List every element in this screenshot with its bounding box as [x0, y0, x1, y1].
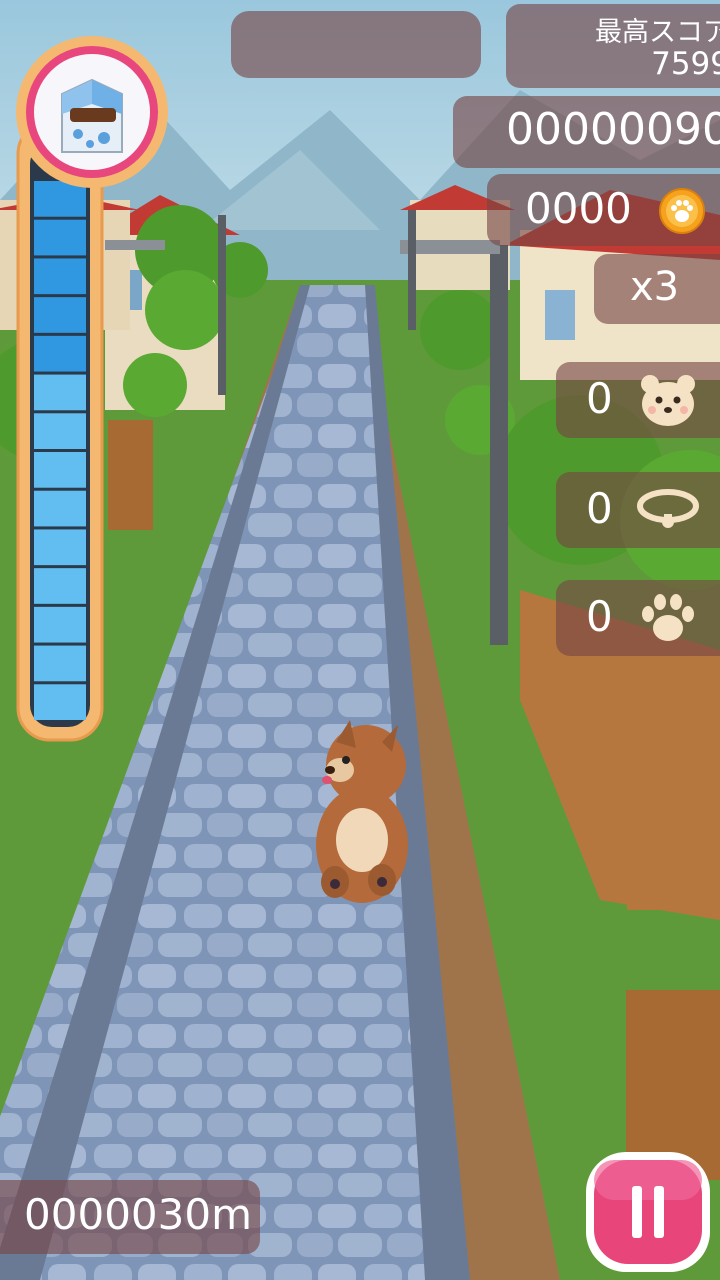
meter-segment — [34, 219, 86, 256]
meter-segment — [34, 529, 86, 566]
multiplier-panel: x3 — [594, 254, 720, 324]
power-meter — [14, 32, 170, 744]
pause-button[interactable] — [584, 1150, 712, 1274]
meter-segment — [34, 335, 86, 372]
high-score-label: 最高スコア — [595, 17, 720, 48]
coin-panel: 0000 — [487, 174, 720, 246]
collar-icon — [634, 476, 702, 544]
meter-segment — [34, 452, 86, 488]
milk-carton-icon — [48, 74, 136, 158]
meter-segment — [34, 606, 86, 643]
distance-panel: 0000030m — [0, 1180, 260, 1254]
meter-segment — [34, 374, 86, 411]
paw-item-panel: 0 — [556, 580, 720, 656]
distance-value: 0000030m — [24, 1190, 252, 1239]
meter-segment — [34, 568, 86, 604]
paw-item-count: 0 — [586, 592, 613, 641]
meter-segment — [34, 490, 86, 527]
paw-coin-icon — [659, 188, 705, 234]
collar-item-count: 0 — [586, 484, 613, 533]
score-panel: 00000090 — [453, 96, 720, 168]
meter-segment — [34, 684, 86, 720]
high-score-panel: 最高スコア 7599 — [506, 4, 720, 88]
high-score-value: 7599 — [651, 46, 720, 82]
meter-segment — [34, 258, 86, 295]
meter-segment — [34, 645, 86, 682]
status-bar-empty — [231, 11, 481, 78]
bear-face-icon — [634, 366, 702, 434]
bear-item-count: 0 — [586, 374, 613, 423]
paw-print-icon — [634, 584, 702, 652]
coin-count: 0000 — [525, 184, 632, 233]
multiplier-value: x3 — [630, 264, 680, 310]
meter-segment — [34, 413, 86, 449]
bear-item-panel: 0 — [556, 362, 720, 438]
meter-segment — [34, 297, 86, 333]
collar-item-panel: 0 — [556, 472, 720, 548]
score-value: 00000090 — [506, 104, 720, 155]
